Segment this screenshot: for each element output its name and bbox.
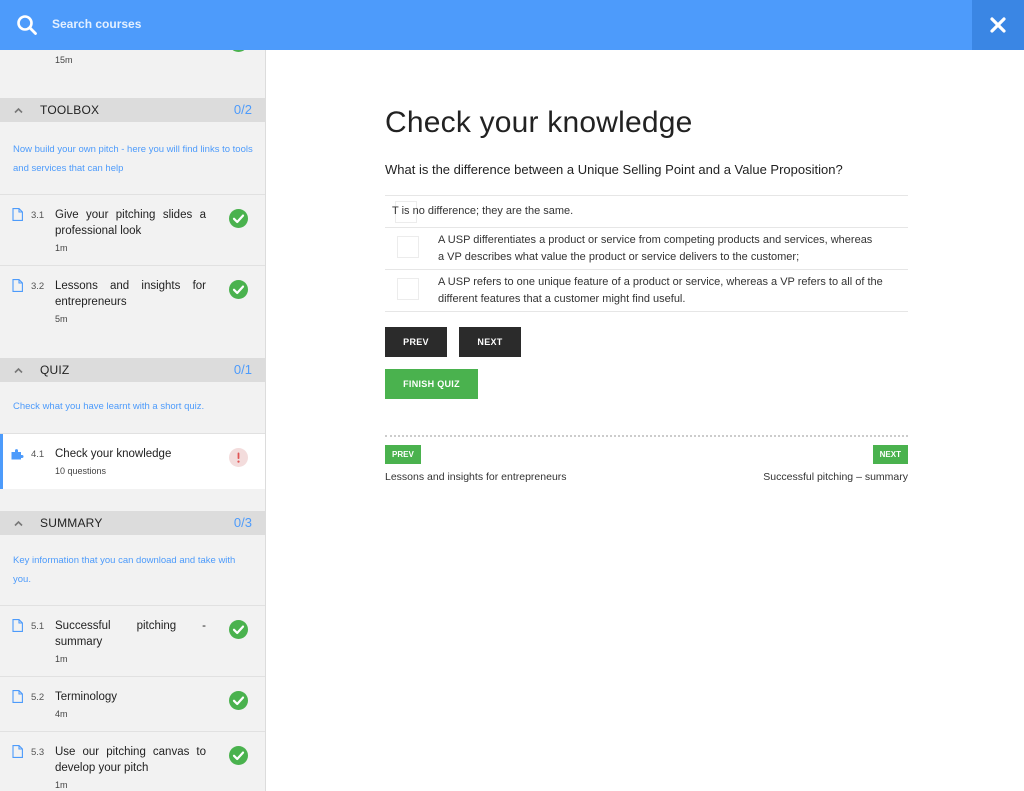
section-progress-count: 0/3 — [233, 515, 252, 530]
finish-quiz-button[interactable]: FINISH QUIZ — [385, 369, 478, 399]
answer-list: T is no difference; they are the same. A… — [385, 195, 908, 312]
sidebar-item-4-1[interactable]: 4.1 Check your knowledge 10 questions — [0, 433, 265, 489]
sidebar-item-5-3[interactable]: 5.3 Use our pitching canvas to develop y… — [0, 731, 265, 791]
answer-option-1[interactable]: T is no difference; they are the same. — [385, 196, 908, 228]
sidebar-item-number: 4.1 — [31, 449, 45, 460]
sidebar-item-title: Give your pitching slides a professional… — [55, 209, 206, 237]
check-circle-icon — [229, 280, 248, 299]
document-icon — [12, 208, 23, 221]
sidebar-item-previous[interactable]: 15m — [0, 50, 265, 80]
sidebar-item-title: Use our pitching canvas to develop your … — [55, 746, 206, 774]
sidebar-item-number: 3.1 — [31, 210, 45, 221]
sidebar-item-duration: 1m — [55, 654, 68, 664]
check-circle-icon — [232, 50, 245, 52]
sidebar-item-title: Terminology — [55, 691, 117, 703]
section-header-summary[interactable]: SUMMARY 0/3 — [0, 511, 265, 535]
sidebar-item-number: 3.2 — [31, 281, 45, 292]
answer-option-2[interactable]: A USP differentiates a product or servic… — [385, 228, 908, 270]
sidebar-item-title: Lessons and insights for entrepreneurs — [55, 280, 206, 308]
prev-lesson-button[interactable]: PREV — [385, 445, 421, 464]
section-header-toolbox[interactable]: TOOLBOX 0/2 — [0, 98, 265, 122]
document-icon — [12, 279, 23, 292]
section-description: Now build your own pitch - here you will… — [13, 144, 253, 174]
sidebar-item-duration: 1m — [55, 243, 68, 253]
page-title: Check your knowledge — [385, 106, 693, 139]
sidebar-item-question-count: 10 questions — [55, 466, 107, 476]
sidebar-item-number: 5.3 — [31, 747, 45, 758]
check-circle-icon — [229, 691, 248, 710]
sidebar-item-duration: 1m — [55, 780, 68, 790]
section-title: QUIZ — [40, 363, 70, 377]
check-circle-icon — [229, 746, 248, 765]
sidebar-item-3-2[interactable]: 3.2 Lessons and insights for entrepreneu… — [0, 265, 265, 358]
close-button[interactable] — [972, 0, 1024, 50]
answer-text: A USP refers to one unique feature of a … — [438, 276, 883, 305]
prev-lesson-title[interactable]: Lessons and insights for entrepreneurs — [385, 471, 567, 483]
chevron-up-icon — [14, 107, 23, 114]
puzzle-icon — [11, 449, 24, 460]
check-circle-icon — [229, 209, 248, 228]
sidebar-item-duration: 15m — [55, 55, 73, 65]
answer-text: T is no difference; they are the same. — [392, 205, 574, 217]
sidebar-item-title: Successful pitching - summary — [55, 620, 206, 648]
alert-circle-icon — [229, 448, 248, 467]
section-title: SUMMARY — [40, 516, 103, 530]
quiz-question: What is the difference between a Unique … — [385, 162, 843, 177]
check-circle-icon — [229, 620, 248, 639]
chevron-up-icon — [14, 520, 23, 527]
section-progress-count: 0/1 — [233, 362, 252, 377]
next-lesson-title[interactable]: Successful pitching – summary — [763, 471, 908, 483]
section-header-quiz[interactable]: QUIZ 0/1 — [0, 358, 265, 382]
search-icon[interactable] — [16, 14, 38, 36]
answer-text: A USP differentiates a product or servic… — [438, 234, 873, 263]
next-lesson-button[interactable]: NEXT — [872, 445, 908, 464]
search-input[interactable] — [52, 14, 652, 34]
sidebar-item-5-2[interactable]: 5.2 Terminology 4m — [0, 676, 265, 731]
answer-checkbox[interactable] — [397, 236, 419, 258]
top-search-bar — [0, 0, 1024, 50]
sidebar-item-number: 5.1 — [31, 621, 45, 632]
sidebar-item-duration: 5m — [55, 314, 68, 324]
next-question-button[interactable]: NEXT — [459, 327, 521, 357]
document-icon — [12, 619, 23, 632]
section-description: Check what you have learnt with a short … — [13, 401, 205, 412]
pager-divider — [385, 435, 908, 437]
close-icon — [990, 17, 1006, 33]
sidebar-item-5-1[interactable]: 5.1 Successful pitching - summary 1m — [0, 605, 265, 676]
document-icon — [12, 745, 23, 758]
prev-question-button[interactable]: PREV — [385, 327, 447, 357]
sidebar-item-number: 5.2 — [31, 692, 45, 703]
section-description: Key information that you can download an… — [13, 555, 236, 585]
section-progress-count: 0/2 — [233, 102, 252, 117]
answer-option-3[interactable]: A USP refers to one unique feature of a … — [385, 270, 908, 312]
chevron-up-icon — [14, 367, 23, 374]
course-sidebar: 15m TOOLBOX 0/2 Now build your own pitch… — [0, 50, 266, 791]
answer-checkbox[interactable] — [397, 278, 419, 300]
sidebar-item-duration: 4m — [55, 709, 68, 719]
document-icon — [12, 690, 23, 703]
sidebar-item-3-1[interactable]: 3.1 Give your pitching slides a professi… — [0, 194, 265, 265]
section-title: TOOLBOX — [40, 103, 100, 117]
sidebar-item-title: Check your knowledge — [55, 448, 172, 460]
